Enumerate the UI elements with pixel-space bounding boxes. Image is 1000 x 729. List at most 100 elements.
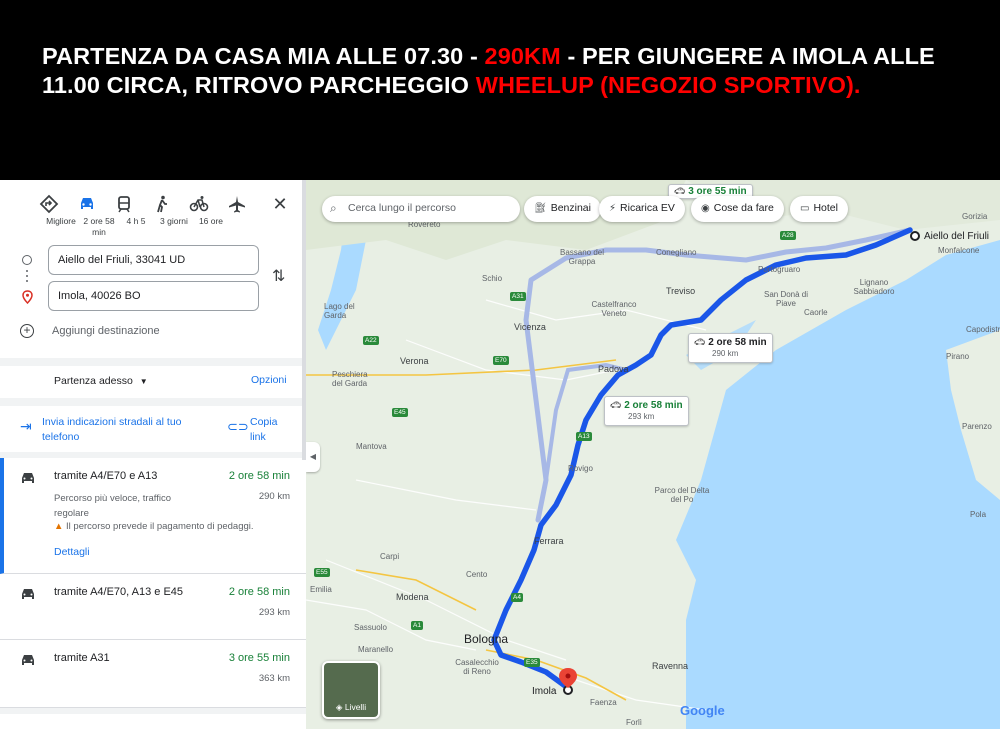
highway-shield: A28 [780, 231, 796, 240]
town-label: Maranello [358, 645, 394, 654]
toll-warning: ▲ Il percorso prevede il pagamento di pe… [54, 521, 254, 532]
town-label: Emilia [310, 585, 332, 594]
route-time: 2 ore 58 min [228, 470, 290, 482]
highway-shield: A1 [411, 621, 423, 630]
chip-things-to-do[interactable]: ◉ Cose da fare [691, 196, 784, 222]
destination-input[interactable]: Imola, 40026 BO [48, 281, 259, 311]
chip-gas-stations[interactable]: ⛽︎ Benzinai [524, 196, 601, 222]
collapse-panel-button[interactable]: ◀ [306, 442, 320, 472]
town-label: Bassano del Grappa [559, 248, 605, 266]
town-label: Faenza [590, 698, 617, 707]
car-icon [22, 473, 34, 483]
plus-icon: + [20, 324, 34, 338]
start-marker[interactable] [910, 231, 920, 241]
town-label: Casalecchio di Reno [455, 658, 499, 676]
origin-map-label: Aiello del Friuli [924, 231, 990, 242]
route-option-2[interactable]: tramite A4/E70, A13 e E45 2 ore 58 min 2… [0, 574, 306, 640]
town-label: Schio [482, 274, 503, 283]
route-distance: 290 km [258, 491, 290, 502]
banner-text-part1: PARTENZA DA CASA MIA ALLE 07.30 - [42, 43, 485, 69]
chip-label: Ricarica EV [620, 202, 675, 214]
route-details-link[interactable]: Dettagli [54, 546, 90, 558]
add-destination-button[interactable]: + Aggiungi destinazione [20, 324, 160, 338]
city-label-ferrara: Ferrara [534, 536, 564, 546]
city-label-vicenza: Vicenza [514, 322, 546, 332]
copy-link-button[interactable]: Copia link [250, 415, 290, 445]
chip-label: Cose da fare [713, 202, 774, 214]
swap-icon[interactable]: ⇅ [272, 266, 285, 286]
mode-bike-label: 16 ore [198, 216, 224, 226]
chip-ev-charging[interactable]: ⚡︎ Ricarica EV [599, 196, 685, 222]
car-icon [81, 198, 93, 209]
departure-dropdown[interactable]: Partenza adesso ▼ [54, 375, 148, 387]
mode-plane[interactable] [227, 194, 271, 216]
town-label: Caorle [804, 308, 828, 317]
town-label: Lignano Sabbiadoro [853, 278, 895, 296]
route-time: 2 ore 58 min [228, 586, 290, 598]
car-icon [22, 589, 34, 599]
route-option-1[interactable]: tramite A4/E70 e A13 2 ore 58 min Percor… [0, 458, 306, 574]
town-label: Pola [970, 510, 987, 519]
bed-icon: ▭ [800, 203, 810, 214]
town-label: Parco del Delta del Po [654, 486, 710, 504]
walk-icon [157, 195, 167, 213]
layers-label: Livelli [344, 702, 367, 712]
car-icon [22, 655, 34, 665]
close-icon[interactable]: ✕ [270, 194, 290, 215]
destination-pin-icon [22, 290, 33, 304]
map-canvas [306, 180, 1000, 729]
city-label-bologna: Bologna [464, 632, 509, 646]
link-icon[interactable]: ⊂⊃ [227, 419, 249, 435]
town-label: Forlì [626, 718, 642, 727]
chip-hotels[interactable]: ▭ Hotel [790, 196, 848, 222]
divider [0, 358, 306, 366]
callout-time: 2 ore 58 min [624, 400, 683, 411]
departure-label: Partenza adesso [54, 375, 133, 387]
chevron-left-icon: ◀ [309, 452, 317, 461]
dropdown-arrow-icon: ▼ [139, 377, 148, 386]
route-callout-2[interactable]: 🚗︎ 2 ore 58 min 293 km [604, 396, 689, 426]
layers-icon: ◈ [335, 702, 343, 712]
bike-icon [189, 196, 209, 212]
gas-station-icon: ⛽︎ [534, 203, 547, 214]
car-icon: 🚗︎ [694, 337, 706, 347]
chip-label: Hotel [813, 202, 838, 214]
callout-distance: 293 km [628, 412, 655, 421]
town-label: Pirano [946, 352, 970, 361]
camera-icon: ◉ [701, 203, 710, 214]
options-link[interactable]: Opzioni [251, 374, 287, 386]
banner-km: 290KM [484, 43, 561, 69]
town-label: Castelfranco Veneto [591, 300, 637, 318]
highway-shield: A4 [511, 593, 523, 602]
route-description: Percorso più veloce, traffico regolare [54, 493, 172, 519]
callout-distance: 290 km [712, 349, 739, 358]
route-name: tramite A31 [54, 652, 110, 664]
search-along-route-input[interactable]: ⌕ Cerca lungo il percorso [322, 196, 520, 222]
search-icon: ⌕ [330, 201, 337, 215]
route-callout-1[interactable]: 🚗︎ 2 ore 58 min 290 km [688, 333, 773, 363]
send-directions-link[interactable]: Invia indicazioni stradali al tuo telefo… [42, 415, 202, 445]
lake-label: Lago del Garda [324, 302, 355, 320]
town-label: Peschiera del Garda [332, 370, 368, 388]
route-distance: 293 km [258, 607, 290, 618]
banner: PARTENZA DA CASA MIA ALLE 07.30 - 290KM … [0, 0, 1000, 180]
town-label: Carpi [380, 552, 400, 561]
town-label: San Donà di Piave [763, 290, 809, 308]
city-label-treviso: Treviso [666, 286, 696, 296]
ev-charging-icon: ⚡︎ [609, 203, 617, 214]
divider [0, 708, 306, 714]
warning-icon: ▲ [54, 521, 64, 532]
origin-input[interactable]: Aiello del Friuli, 33041 UD [48, 245, 259, 275]
map-view[interactable]: A31 A22 E45 A13 E70 A4 E55 A28 A1 E35 Ro… [306, 180, 1000, 729]
send-to-phone-icon[interactable]: ⇥ [20, 418, 32, 435]
mode-best-label: Migliore [46, 216, 76, 226]
car-icon: 🚗︎ [674, 186, 686, 196]
highway-shield: A13 [576, 432, 592, 441]
route-name: tramite A4/E70, A13 e E45 [54, 586, 184, 598]
banner-shop: WHEELUP (NEGOZIO SPORTIVO). [475, 72, 861, 98]
origin-dot-icon [22, 255, 32, 265]
route-time: 3 ore 55 min [228, 652, 290, 664]
plane-icon [229, 196, 245, 213]
route-option-3[interactable]: tramite A31 3 ore 55 min 363 km [0, 640, 306, 708]
layers-button[interactable]: ◈ Livelli [322, 661, 380, 719]
